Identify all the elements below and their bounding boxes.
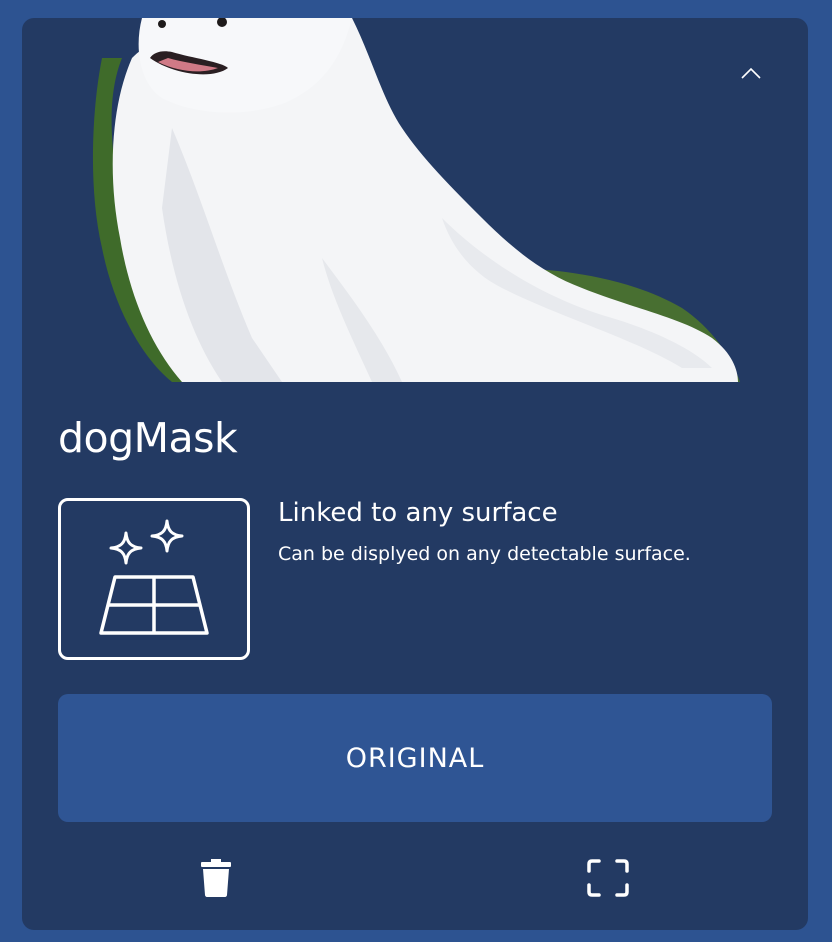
app-screen: dogMask Linked to any surface Can be dis… — [0, 0, 832, 942]
surface-sparkle-icon — [99, 519, 209, 635]
mask-preview-image — [22, 18, 808, 382]
trash-icon — [201, 859, 231, 897]
collapse-button[interactable] — [734, 58, 768, 88]
dog-illustration — [92, 18, 740, 382]
surface-icon-box — [58, 498, 250, 660]
mask-card: dogMask Linked to any surface Can be dis… — [22, 18, 808, 930]
fullscreen-icon — [587, 859, 629, 897]
surface-description: Can be displyed on any detectable surfac… — [278, 543, 691, 565]
surface-title: Linked to any surface — [278, 498, 558, 528]
original-button-label: ORIGINAL — [345, 742, 485, 774]
original-button[interactable]: ORIGINAL — [58, 694, 772, 822]
chevron-up-icon — [741, 67, 761, 79]
delete-button[interactable] — [194, 856, 238, 900]
mask-title: dogMask — [58, 414, 238, 462]
fullscreen-button[interactable] — [586, 856, 630, 900]
